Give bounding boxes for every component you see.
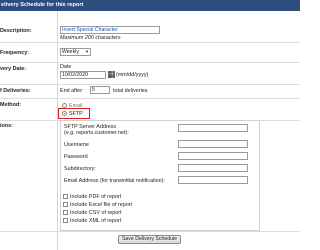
username-input[interactable]	[178, 140, 248, 148]
insert-special-character-link[interactable]: Insert Special Character	[62, 27, 118, 33]
sftp-highlight-box	[58, 108, 90, 119]
include-pdf-label: Include PDF of report	[70, 194, 122, 200]
include-pdf-checkbox[interactable]	[63, 194, 68, 199]
row-divider	[0, 231, 300, 232]
username-label: Username	[64, 142, 89, 148]
column-divider	[57, 11, 58, 250]
method-label: Method:	[0, 102, 21, 108]
row-divider	[0, 84, 300, 85]
section-header: elivery Schedule for this report	[0, 0, 300, 11]
frequency-select[interactable]: Weekly ▼	[60, 48, 91, 56]
include-csv-checkbox[interactable]	[63, 210, 68, 215]
row-divider	[0, 98, 300, 99]
description-hint: Maximum 200 characters	[60, 35, 121, 41]
section-title: elivery Schedule for this report	[1, 2, 84, 8]
description-input[interactable]: Insert Special Character	[60, 26, 160, 34]
sftp-server-input[interactable]	[178, 124, 248, 132]
include-excel-checkbox[interactable]	[63, 202, 68, 207]
subdirectory-input[interactable]	[178, 164, 248, 172]
notification-email-label: Email Address (for transmittal notificat…	[64, 178, 165, 184]
delivery-count-value: 5	[92, 87, 95, 93]
date-input[interactable]: 10/02/2020	[60, 71, 106, 79]
label-column	[0, 11, 57, 250]
password-input[interactable]	[178, 152, 248, 160]
row-divider	[0, 62, 300, 63]
date-format-hint: (mm/dd/yyyy)	[116, 72, 149, 78]
date-value: 10/02/2020	[62, 72, 88, 78]
subdirectory-label: Subdirectory:	[64, 166, 96, 172]
calendar-icon[interactable]: ▦	[107, 70, 116, 79]
row-divider	[0, 42, 300, 43]
options-label: ions:	[0, 123, 13, 129]
frequency-label: Frequency:	[0, 50, 30, 56]
save-delivery-schedule-button[interactable]: Save Delivery Schedule	[118, 235, 181, 244]
delivery-date-label: very Date:	[0, 66, 27, 72]
frequency-selected: Weekly	[62, 49, 79, 55]
delivery-count-input[interactable]: 5	[90, 86, 110, 94]
total-deliveries-label: total deliveries	[113, 88, 148, 94]
include-csv-label: Include CSV of report	[70, 210, 122, 216]
sftp-server-example: (e.g. reports.customer.net):	[64, 130, 129, 136]
chevron-down-icon: ▼	[85, 49, 89, 54]
include-excel-label: Include Excel file of report	[70, 202, 133, 208]
notification-email-input[interactable]	[178, 176, 248, 184]
include-xml-label: Include XML of report	[70, 218, 122, 224]
password-label: Password	[64, 154, 88, 160]
date-caption: Date	[60, 64, 72, 70]
end-after-label: End after:	[60, 88, 84, 94]
include-xml-checkbox[interactable]	[63, 218, 68, 223]
end-of-deliveries-label: f Deliveries:	[0, 88, 31, 94]
description-label: Description:	[0, 28, 32, 34]
